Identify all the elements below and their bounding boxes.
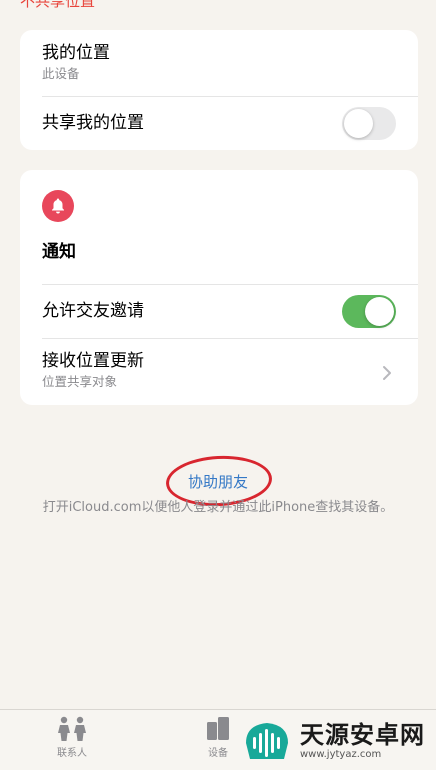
notifications-card: 通知 允许交友邀请 接收位置更新 位置共享对象 xyxy=(20,170,418,405)
tab-people-label: 联系人 xyxy=(57,748,87,759)
tab-devices-label: 设备 xyxy=(208,748,228,759)
devices-icon xyxy=(207,717,229,740)
help-friend-description: 打开iCloud.com以便他人登录并通过此iPhone查找其设备。 xyxy=(42,500,394,515)
location-card: 我的位置 此设备 共享我的位置 xyxy=(20,30,418,150)
toggle-knob xyxy=(365,297,394,326)
toggle-knob xyxy=(344,109,373,138)
my-location-row: 我的位置 此设备 xyxy=(42,42,418,82)
bell-icon xyxy=(42,190,74,222)
receive-updates-subtitle: 位置共享对象 xyxy=(42,374,118,389)
divider xyxy=(42,284,418,285)
chevron-right-icon xyxy=(382,365,392,385)
help-friend-link[interactable]: 协助朋友 xyxy=(0,472,436,492)
tab-people[interactable]: 联系人 xyxy=(42,716,102,759)
my-location-subtitle: 此设备 xyxy=(42,66,80,81)
share-location-toggle[interactable] xyxy=(342,107,396,140)
divider xyxy=(42,96,418,97)
notifications-heading-row: 通知 xyxy=(42,241,418,263)
allow-invite-toggle[interactable] xyxy=(342,295,396,328)
site-watermark: 天源安卓网 www.jytyaz.com xyxy=(240,712,430,768)
my-location-title: 我的位置 xyxy=(42,43,110,63)
tab-devices[interactable]: 设备 xyxy=(188,716,248,759)
notifications-title: 通知 xyxy=(42,242,76,262)
watermark-url: www.jytyaz.com xyxy=(300,748,382,760)
receive-updates-row[interactable]: 接收位置更新 位置共享对象 xyxy=(42,350,418,390)
watermark-logo-icon xyxy=(246,723,288,759)
people-icon xyxy=(58,716,86,741)
watermark-title: 天源安卓网 xyxy=(300,720,425,749)
receive-updates-title: 接收位置更新 xyxy=(42,351,144,371)
stop-sharing-link[interactable]: 不共享位置 xyxy=(20,0,95,10)
divider xyxy=(42,338,418,339)
